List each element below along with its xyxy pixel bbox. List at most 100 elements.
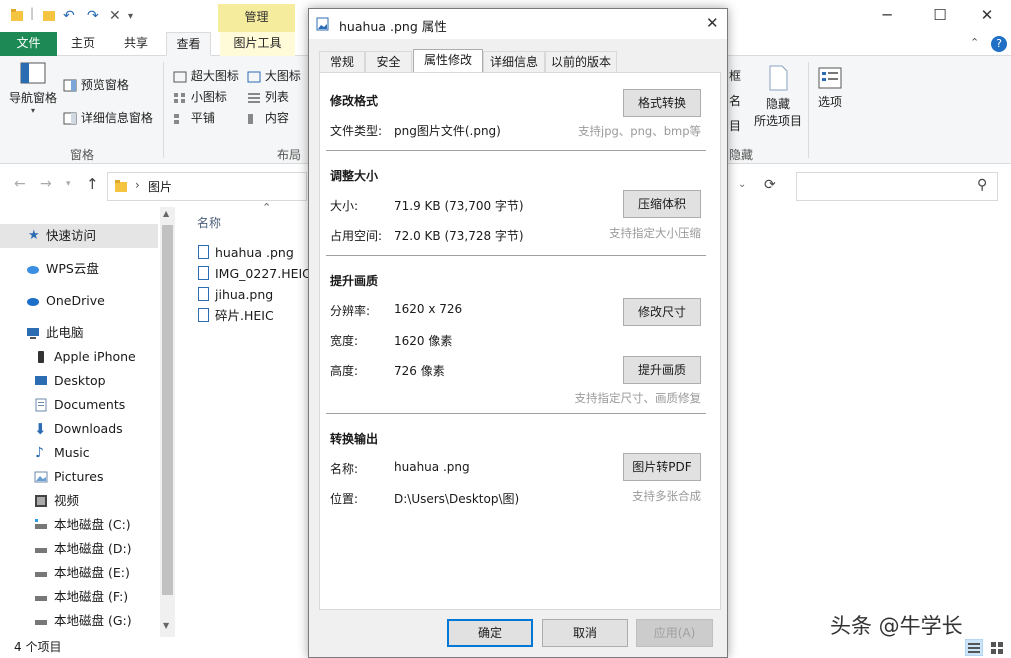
layout-extra-large-icons[interactable]: 超大图标 xyxy=(173,67,239,84)
context-tab-manage[interactable]: 管理 xyxy=(218,4,295,32)
customize-dropdown-icon[interactable]: ▾ xyxy=(128,11,133,22)
section-heading-format: 修改格式 xyxy=(330,94,379,108)
ribbon-frame-label[interactable]: 框 xyxy=(729,67,741,84)
tab-view[interactable]: 查看 xyxy=(166,32,211,56)
compress-button[interactable]: 压缩体积 xyxy=(623,190,701,218)
navigation-pane: ★ 快速访问 WPS云盘 OneDrive 此电脑 Apple iPhone D… xyxy=(0,207,160,637)
file-item[interactable]: huahua .png xyxy=(198,242,294,263)
hide-selected-icon xyxy=(769,65,788,91)
disk-size-label: 占用空间: xyxy=(330,229,383,243)
layout-tiles[interactable]: 平铺 xyxy=(173,109,215,126)
file-item[interactable]: jihua.png xyxy=(198,284,273,305)
new-folder-icon[interactable] xyxy=(42,8,56,26)
details-pane-button[interactable]: 详细信息窗格 xyxy=(63,109,153,126)
group-label-pane: 窗格 xyxy=(70,148,95,162)
breadcrumb-folder[interactable]: 图片 xyxy=(148,178,172,195)
delete-icon[interactable]: ✕ xyxy=(109,8,121,24)
music-icon: ♪ xyxy=(35,445,44,461)
large-icons-view-icon[interactable] xyxy=(988,639,1006,656)
resize-button[interactable]: 修改尺寸 xyxy=(623,298,701,326)
tab-previous-versions[interactable]: 以前的版本 xyxy=(545,51,617,72)
collapse-ribbon-icon[interactable]: ⌃ xyxy=(970,36,979,49)
drive-icon xyxy=(35,596,47,601)
ok-button[interactable]: 确定 xyxy=(447,619,533,647)
nav-drive-d[interactable]: 本地磁盘 (D:) xyxy=(0,537,158,561)
nav-downloads[interactable]: ⬇ Downloads xyxy=(0,417,158,441)
tab-property-modify[interactable]: 属性修改 xyxy=(413,49,483,73)
nav-pane-button[interactable]: 导航窗格 ▾ xyxy=(8,60,58,115)
nav-music[interactable]: ♪ Music xyxy=(0,441,158,465)
column-header-name[interactable]: 名称 xyxy=(197,214,221,231)
tab-details[interactable]: 详细信息 xyxy=(483,51,545,72)
nav-pictures[interactable]: Pictures xyxy=(0,465,158,489)
scroll-up-icon[interactable]: ▲ xyxy=(163,209,169,218)
back-arrow-icon[interactable]: ← xyxy=(14,176,26,192)
file-item[interactable]: 碎片.HEIC xyxy=(198,305,274,326)
details-view-icon[interactable] xyxy=(965,639,983,656)
nav-wps-cloud[interactable]: WPS云盘 xyxy=(0,257,158,281)
tiles-icon xyxy=(174,113,179,124)
preview-pane-button[interactable]: 预览窗格 xyxy=(63,76,129,93)
enhance-quality-button[interactable]: 提升画质 xyxy=(623,356,701,384)
help-icon[interactable]: ? xyxy=(991,36,1007,52)
nav-this-pc[interactable]: 此电脑 xyxy=(0,321,158,345)
nav-desktop[interactable]: Desktop xyxy=(0,369,158,393)
section-heading-resize: 调整大小 xyxy=(330,169,379,183)
nav-apple-iphone[interactable]: Apple iPhone xyxy=(0,345,158,369)
drive-icon xyxy=(35,572,47,577)
close-icon[interactable]: ✕ xyxy=(977,6,997,24)
scrollbar-thumb[interactable] xyxy=(162,225,173,595)
apply-button[interactable]: 应用(A) xyxy=(636,619,713,647)
format-hint: 支持jpg、png、bmp等 xyxy=(578,124,701,138)
nav-scrollbar[interactable]: ▲ ▼ xyxy=(160,207,175,637)
tab-share[interactable]: 共享 xyxy=(112,32,160,56)
hide-selected-button[interactable]: 隐藏 所选项目 xyxy=(748,64,808,129)
image-file-icon xyxy=(198,266,209,280)
maximize-icon[interactable]: ☐ xyxy=(930,6,950,24)
item-count: 4 个项目 xyxy=(14,640,62,654)
up-arrow-icon[interactable]: ↑ xyxy=(86,175,99,193)
options-button[interactable]: 选项 xyxy=(812,66,848,110)
nav-drive-e[interactable]: 本地磁盘 (E:) xyxy=(0,561,158,585)
computer-icon xyxy=(27,328,39,339)
address-dropdown-icon[interactable]: ⌄ xyxy=(738,179,746,190)
layout-list[interactable]: 列表 xyxy=(247,88,289,105)
location-label: 位置: xyxy=(330,492,359,506)
layout-small-icons[interactable]: 小图标 xyxy=(173,88,227,105)
image-to-pdf-button[interactable]: 图片转PDF xyxy=(623,453,701,481)
pin-icon: ★ xyxy=(28,228,40,243)
image-file-icon xyxy=(198,245,209,259)
layout-large-icons[interactable]: 大图标 xyxy=(247,67,301,84)
tab-general[interactable]: 常规 xyxy=(319,51,365,72)
layout-content[interactable]: 内容 xyxy=(247,109,289,126)
nav-drive-c[interactable]: 本地磁盘 (C:) xyxy=(0,513,158,537)
search-input[interactable]: ⚲ xyxy=(796,172,998,201)
tab-home[interactable]: 主页 xyxy=(60,32,106,56)
minimize-icon[interactable]: ─ xyxy=(877,6,897,24)
width-label: 宽度: xyxy=(330,334,359,348)
recent-dropdown-icon[interactable]: ▾ xyxy=(66,179,71,189)
nav-videos[interactable]: 视频 xyxy=(0,489,158,513)
undo-icon[interactable]: ↶ xyxy=(63,8,75,24)
ribbon-name-label[interactable]: 名 xyxy=(729,92,741,109)
nav-drive-f[interactable]: 本地磁盘 (F:) xyxy=(0,585,158,609)
ribbon-item-label[interactable]: 目 xyxy=(729,117,741,134)
scroll-down-icon[interactable]: ▼ xyxy=(163,621,169,630)
nav-onedrive[interactable]: OneDrive xyxy=(0,289,158,313)
format-convert-button[interactable]: 格式转换 xyxy=(623,89,701,117)
tab-security[interactable]: 安全 xyxy=(365,51,412,72)
tab-picture-tools[interactable]: 图片工具 xyxy=(220,32,295,56)
file-item[interactable]: IMG_0227.HEIC xyxy=(198,263,311,284)
nav-documents[interactable]: Documents xyxy=(0,393,158,417)
nav-drive-g[interactable]: 本地磁盘 (G:) xyxy=(0,609,158,633)
dialog-close-icon[interactable]: ✕ xyxy=(706,14,719,32)
cancel-button[interactable]: 取消 xyxy=(542,619,628,647)
tab-file[interactable]: 文件 xyxy=(0,32,57,56)
nav-quick-access[interactable]: ★ 快速访问 xyxy=(0,224,158,248)
address-input[interactable]: › 图片 xyxy=(107,172,307,201)
sort-up-icon: ⌃ xyxy=(262,201,272,214)
forward-arrow-icon[interactable]: → xyxy=(40,176,52,192)
refresh-icon[interactable]: ⟳ xyxy=(764,177,776,193)
redo-icon[interactable]: ↷ xyxy=(87,8,99,24)
drive-icon xyxy=(35,620,47,625)
